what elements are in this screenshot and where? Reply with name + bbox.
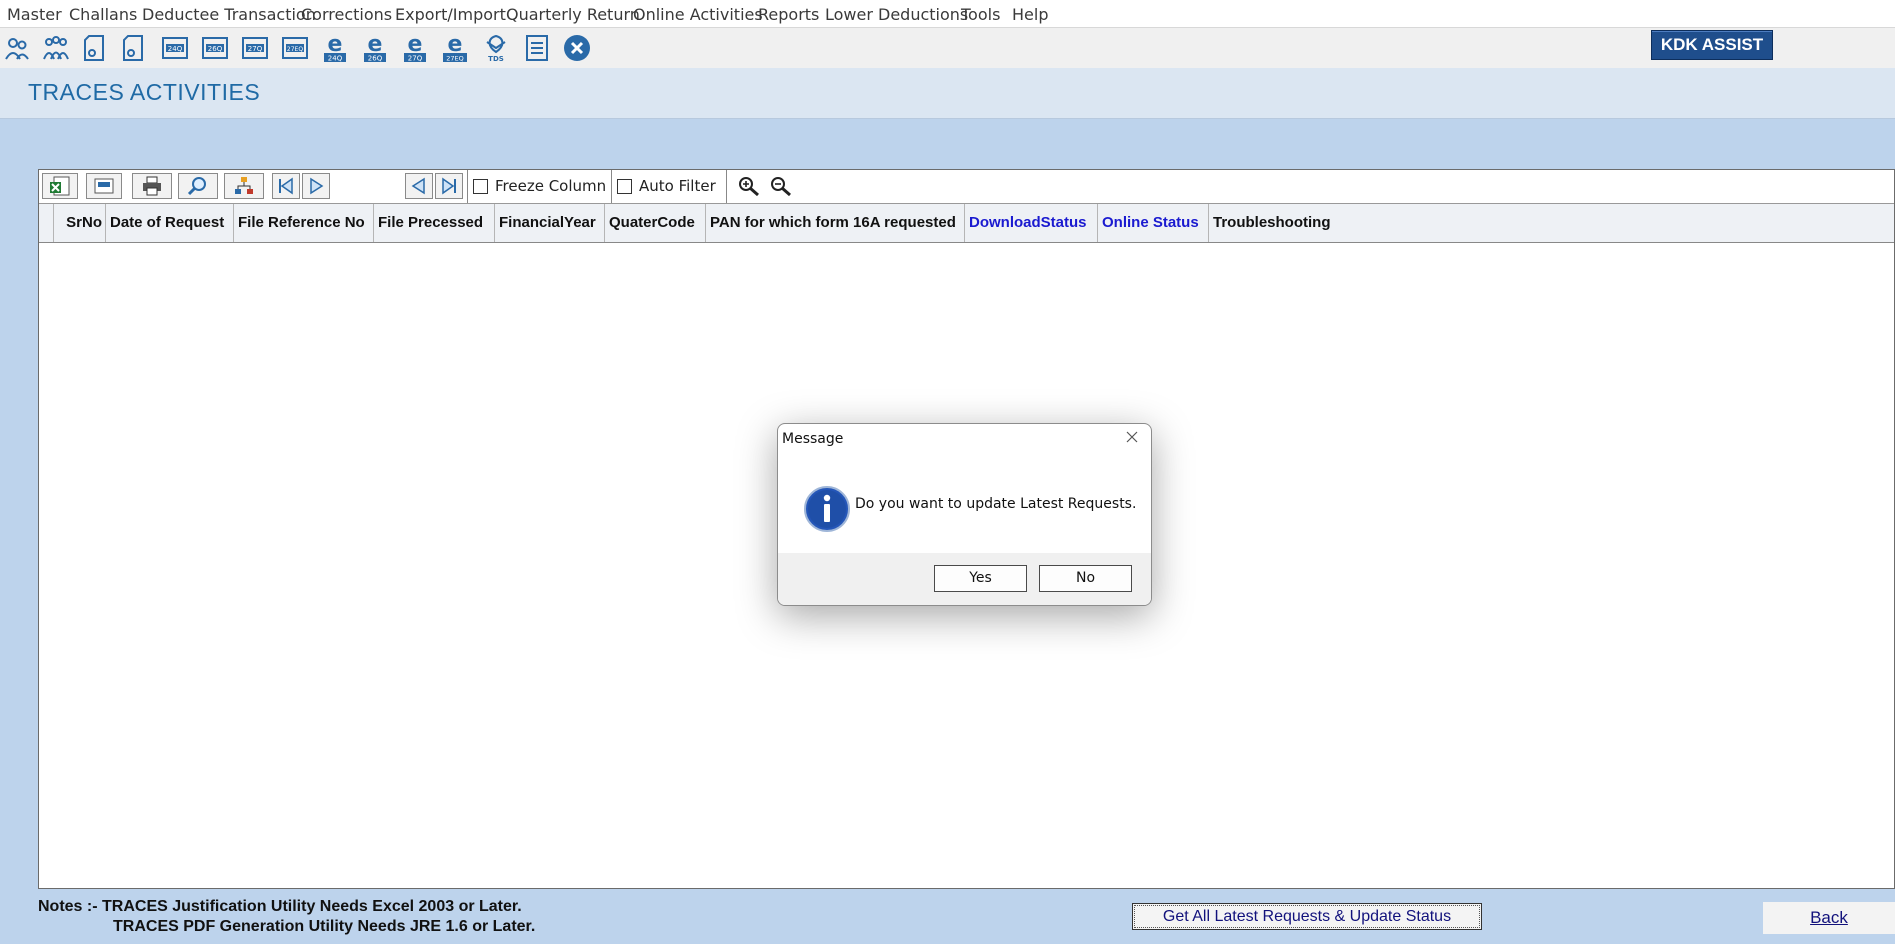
zoom-in-icon[interactable] — [738, 173, 760, 199]
tds-icon[interactable]: TDS — [481, 32, 511, 64]
column-header-selector[interactable] — [39, 204, 54, 242]
auto-filter-label: Auto Filter — [639, 177, 716, 195]
notes: Notes :- TRACES Justification Utility Ne… — [38, 897, 535, 937]
form-27q-icon[interactable]: 27Q — [240, 32, 270, 64]
main-toolbar: 24Q 26Q 27Q 27EQ e 24Q e 26Q e 27Q e 27EQ TD… — [0, 28, 1895, 68]
excel-export-icon[interactable] — [42, 173, 78, 199]
toolbar-separator — [726, 170, 727, 203]
back-button[interactable]: Back — [1763, 902, 1895, 934]
svg-text:27EQ: 27EQ — [446, 55, 464, 63]
svg-text:27Q: 27Q — [408, 55, 423, 63]
print-icon[interactable] — [132, 173, 172, 199]
yes-button[interactable]: Yes — [934, 565, 1027, 592]
menu-corrections[interactable]: Corrections — [301, 5, 392, 24]
deductor-icon[interactable] — [2, 32, 32, 64]
column-header-troubleshooting[interactable]: Troubleshooting — [1209, 204, 1895, 242]
group-icon[interactable] — [224, 173, 264, 199]
menu-help[interactable]: Help — [1012, 5, 1048, 24]
menu-online-activities[interactable]: Online Activities — [633, 5, 763, 24]
auto-filter-box[interactable] — [617, 178, 632, 194]
column-header-srno[interactable]: SrNo — [54, 204, 106, 242]
freeze-column-box[interactable] — [473, 178, 488, 194]
column-header-quater-code[interactable]: QuaterCode — [605, 204, 706, 242]
menu-export-import[interactable]: Export/Import — [395, 5, 506, 24]
svg-text:27Q: 27Q — [248, 45, 263, 53]
efile-27q-icon[interactable]: e 27Q — [400, 32, 430, 64]
menu-deductee-transaction[interactable]: Deductee Transaction — [142, 5, 316, 24]
svg-text:27EQ: 27EQ — [287, 46, 303, 53]
report-icon[interactable] — [522, 32, 552, 64]
info-icon — [803, 485, 851, 533]
menu-bar: Master Challans Deductee Transaction Cor… — [0, 0, 1895, 28]
menu-quarterly-return[interactable]: Quarterly Return — [506, 5, 640, 24]
column-header-file-processed[interactable]: File Precessed — [374, 204, 495, 242]
menu-tools[interactable]: Tools — [961, 5, 1000, 24]
grid-header: SrNo Date of Request File Reference No F… — [39, 204, 1894, 243]
auto-filter-checkbox[interactable]: Auto Filter — [617, 173, 716, 199]
page-title-bar: TRACES ACTIVITIES — [0, 68, 1895, 119]
dialog-close-icon[interactable] — [1123, 428, 1141, 446]
svg-text:24Q: 24Q — [328, 55, 343, 63]
kdk-assist-button[interactable]: KDK ASSIST — [1651, 30, 1773, 60]
form-26q-icon[interactable]: 26Q — [200, 32, 230, 64]
toolbar-separator — [467, 170, 468, 203]
next-record-icon[interactable] — [302, 173, 330, 199]
column-header-date-of-request[interactable]: Date of Request — [106, 204, 234, 242]
no-button[interactable]: No — [1039, 565, 1132, 592]
get-latest-requests-button[interactable]: Get All Latest Requests & Update Status — [1132, 903, 1482, 930]
freeze-column-label: Freeze Column — [495, 177, 607, 195]
column-header-download-status[interactable]: DownloadStatus — [965, 204, 1098, 242]
column-header-file-reference-no[interactable]: File Reference No — [234, 204, 374, 242]
svg-text:TDS: TDS — [488, 55, 504, 63]
svg-text:26Q: 26Q — [208, 45, 223, 53]
grid-toolbar: Freeze Column Auto Filter — [39, 170, 1894, 204]
efile-26q-icon[interactable]: e 26Q — [360, 32, 390, 64]
zoom-out-icon[interactable] — [770, 173, 792, 199]
column-header-financial-year[interactable]: FinancialYear — [495, 204, 605, 242]
menu-reports[interactable]: Reports — [758, 5, 819, 24]
menu-challans[interactable]: Challans — [69, 5, 137, 24]
column-header-pan-form-16a[interactable]: PAN for which form 16A requested — [706, 204, 965, 242]
dialog-title: Message — [782, 431, 844, 447]
column-header-online-status[interactable]: Online Status — [1098, 204, 1209, 242]
deductee-icon[interactable] — [41, 32, 71, 64]
note-line-excel: Notes :- TRACES Justification Utility Ne… — [38, 898, 522, 915]
challan-icon[interactable] — [81, 32, 111, 64]
efile-24q-icon[interactable]: e 24Q — [320, 32, 350, 64]
dialog-message: Do you want to update Latest Requests. — [855, 496, 1137, 512]
first-record-icon[interactable] — [272, 173, 300, 199]
prev-record-icon[interactable] — [405, 173, 433, 199]
find-icon[interactable] — [178, 173, 218, 199]
toolbar-separator — [611, 170, 612, 203]
export-icon[interactable] — [86, 173, 122, 199]
form-27eq-icon[interactable]: 27EQ — [280, 32, 310, 64]
exit-icon[interactable] — [562, 32, 592, 64]
transaction-icon[interactable] — [120, 32, 150, 64]
page-title: TRACES ACTIVITIES — [28, 79, 261, 105]
svg-text:24Q: 24Q — [168, 45, 183, 53]
note-line-jre: TRACES PDF Generation Utility Needs JRE … — [113, 918, 536, 935]
menu-master[interactable]: Master — [7, 5, 62, 24]
message-dialog: Message Do you want to update Latest Req… — [777, 423, 1152, 606]
efile-27eq-icon[interactable]: e 27EQ — [440, 32, 470, 64]
menu-lower-deductions[interactable]: Lower Deductions — [825, 5, 968, 24]
form-24q-icon[interactable]: 24Q — [160, 32, 190, 64]
svg-text:26Q: 26Q — [368, 55, 383, 63]
freeze-column-checkbox[interactable]: Freeze Column — [473, 173, 606, 199]
last-record-icon[interactable] — [435, 173, 463, 199]
